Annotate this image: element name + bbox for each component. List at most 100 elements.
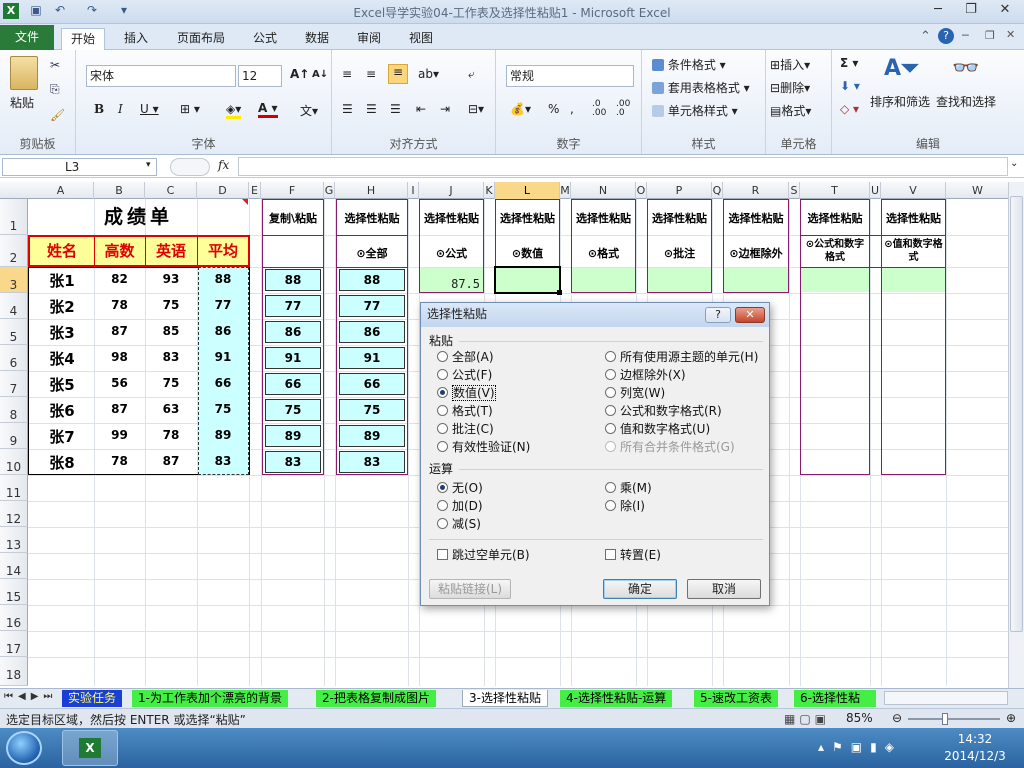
radio-paste-no-borders[interactable]: 边框除外(X) [605,367,686,383]
pasted-cell[interactable]: 77 [265,295,321,317]
phonetic-icon[interactable]: 文▾ [300,102,318,119]
col-header-l[interactable]: L [495,182,560,199]
formula-input[interactable] [238,157,1008,176]
radio-op-add[interactable]: 加(D) [437,498,483,514]
help-icon[interactable]: ? [938,28,954,44]
row-header-1[interactable]: 1 [0,199,28,235]
col-header-c[interactable]: C [145,182,197,199]
cell-name[interactable]: 张4 [30,348,94,369]
dialog-help-button[interactable]: ? [705,307,731,323]
delete-cells-button[interactable]: ⊟删除▾ [770,79,810,96]
cell-math[interactable]: 87 [94,324,145,338]
sheet-tab-paste-more[interactable]: 6-选择性粘 [794,690,876,707]
cell-p3[interactable] [648,268,711,292]
col-header-d[interactable]: D [197,182,249,199]
radio-op-subtract[interactable]: 减(S) [437,516,481,532]
font-color-icon[interactable]: A ▾ [258,101,278,118]
format-as-table-button[interactable]: 套用表格格式 ▾ [652,79,750,96]
row-header-14[interactable]: 14 [0,553,28,579]
row-header-5[interactable]: 5 [0,319,28,345]
row-header-9[interactable]: 9 [0,423,28,449]
orientation-icon[interactable]: ab▾ [418,67,439,81]
tab-insert[interactable]: 插入 [115,28,157,50]
radio-paste-validation[interactable]: 有效性验证(N) [437,439,530,455]
pasted-cell[interactable]: 86 [265,321,321,343]
row-header-4[interactable]: 4 [0,293,28,319]
font-size-select[interactable]: 12 [238,65,282,87]
sheet-tab-salary[interactable]: 5-速改工资表 [694,690,778,707]
paste-button[interactable]: 粘贴 [10,94,34,111]
col-header-n[interactable]: N [571,182,636,199]
radio-paste-values[interactable]: 数值(V) [437,385,496,401]
col-header-p[interactable]: P [647,182,712,199]
cell-math[interactable]: 87 [94,402,145,416]
cell-math[interactable]: 98 [94,350,145,364]
cell-math[interactable]: 99 [94,428,145,442]
wrap-text-icon[interactable]: ⤶ [468,67,475,82]
col-header-g[interactable]: G [324,182,335,199]
format-painter-icon[interactable]: 🖌 [50,108,65,122]
cell-average[interactable]: 77 [197,298,249,312]
cancel-button[interactable]: 取消 [687,579,761,599]
cell-english[interactable]: 75 [145,376,197,390]
radio-paste-formulas[interactable]: 公式(F) [437,367,492,383]
row-header-8[interactable]: 8 [0,397,28,423]
cell-average[interactable]: 89 [197,428,249,442]
cell-name[interactable]: 张5 [30,374,94,395]
shrink-font-icon[interactable]: A↓ [312,69,328,80]
pasted-cell[interactable]: 88 [265,269,321,291]
checkbox-transpose[interactable]: 转置(E) [605,547,661,563]
tab-data[interactable]: 数据 [296,28,338,50]
fill-icon[interactable]: ⬇ ▾ [840,79,860,93]
row-header-17[interactable]: 17 [0,631,28,657]
col-header-k[interactable]: K [484,182,495,199]
vertical-scrollbar[interactable] [1008,182,1024,688]
accounting-format-icon[interactable]: 💰▾ [510,102,531,116]
cell-english[interactable]: 93 [145,272,197,286]
view-mode-icons[interactable]: ▦▢▣ [784,712,830,726]
cell-average[interactable]: 86 [197,324,249,338]
doc-restore-button[interactable]: ❐ [985,29,995,42]
row-header-3[interactable]: 3 [0,267,28,293]
cell-english[interactable]: 85 [145,324,197,338]
number-format-select[interactable]: 常规 [506,65,634,87]
cell-math[interactable]: 78 [94,298,145,312]
col-header-f[interactable]: F [261,182,324,199]
col-header-r[interactable]: R [723,182,789,199]
sheet-tab-background[interactable]: 1-为工作表加个漂亮的背景 [132,690,288,707]
sheet-nav-arrows-icon[interactable]: ⏮◀▶⏭ [4,691,57,702]
pasted-cell[interactable]: 88 [339,269,405,291]
bold-button[interactable]: B [94,102,104,116]
row-header-18[interactable]: 18 [0,657,28,686]
cell-average[interactable]: 91 [197,350,249,364]
radio-paste-all[interactable]: 全部(A) [437,349,494,365]
start-button[interactable] [6,731,42,765]
radio-paste-source-theme[interactable]: 所有使用源主题的单元(H) [605,349,758,365]
row-header-6[interactable]: 6 [0,345,28,371]
tab-file[interactable]: 文件 [0,25,54,50]
radio-paste-formulas-numfmt[interactable]: 公式和数字格式(R) [605,403,722,419]
fill-handle[interactable] [557,290,562,295]
col-header-m[interactable]: M [560,182,571,199]
find-select-button[interactable]: 查找和选择 [934,93,998,110]
pasted-cell[interactable]: 83 [265,451,321,473]
cell-name[interactable]: 张7 [30,426,94,447]
zoom-slider[interactable] [908,718,1000,720]
insert-cells-button[interactable]: ⊞插入▾ [770,56,810,73]
col-header-q[interactable]: Q [712,182,723,199]
tab-home[interactable]: 开始 [61,28,106,50]
cell-math[interactable]: 78 [94,454,145,468]
align-center-icon[interactable]: ☰ [366,102,377,116]
col-header-s[interactable]: S [789,182,800,199]
sort-filter-icon[interactable]: A⏷ [884,56,919,81]
name-box[interactable]: L3 [2,158,157,176]
tab-review[interactable]: 审阅 [348,28,390,50]
row-header-12[interactable]: 12 [0,501,28,527]
cell-name[interactable]: 张1 [30,270,94,291]
radio-paste-comments[interactable]: 批注(C) [437,421,494,437]
cell-average[interactable]: 88 [197,272,249,286]
row-header-2[interactable]: 2 [0,235,28,267]
insert-function-icon[interactable]: fx [218,158,229,172]
minimize-button[interactable]: ─ [925,2,951,20]
sheet-tab-paste-operation[interactable]: 4-选择性粘贴-运算 [560,690,673,707]
